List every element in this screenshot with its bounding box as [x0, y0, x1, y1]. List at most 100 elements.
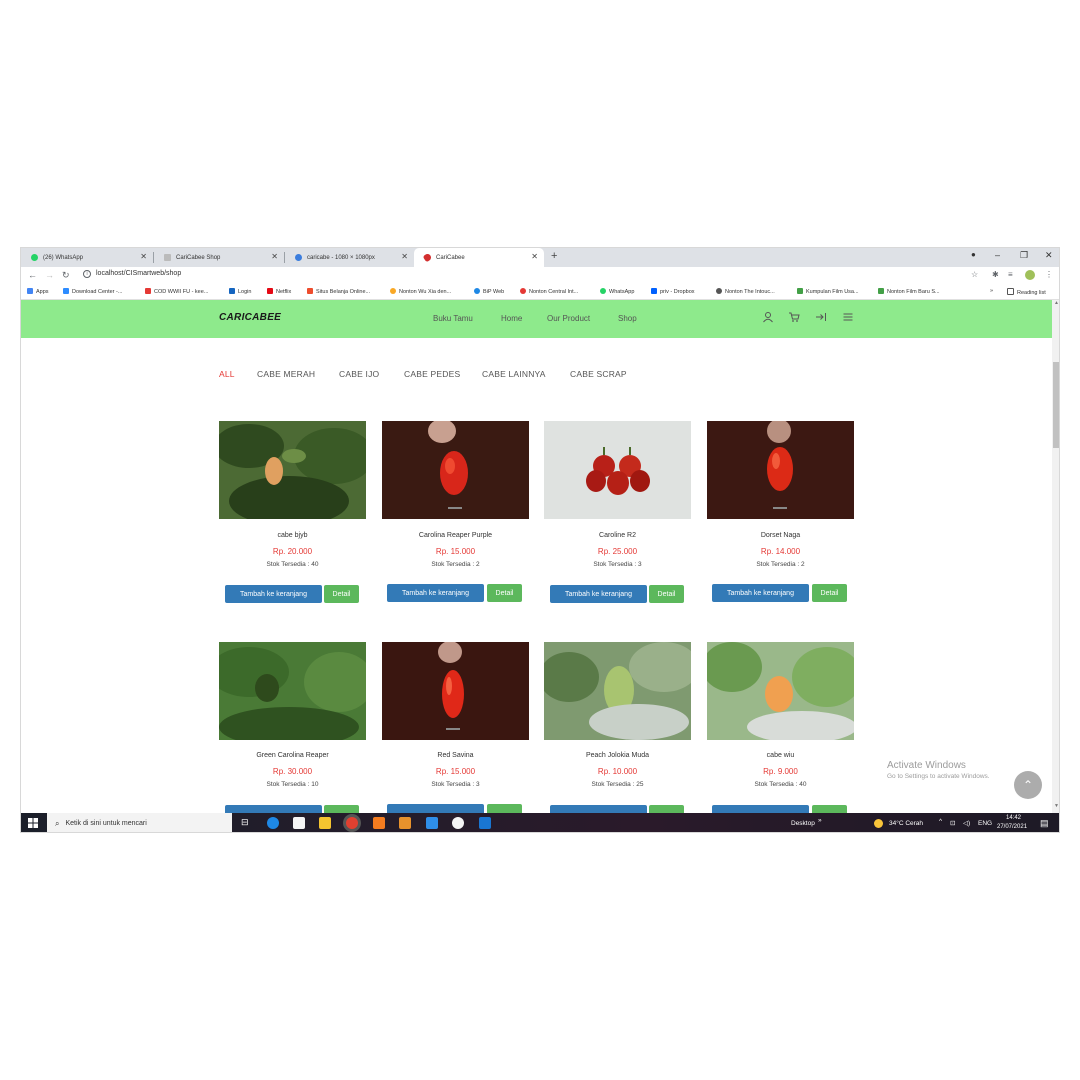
file-explorer-icon[interactable] — [319, 817, 331, 829]
add-to-cart-button[interactable] — [550, 805, 647, 813]
page-scrollbar[interactable]: ▲ ▼ — [1052, 300, 1059, 813]
product-image[interactable] — [707, 642, 854, 740]
taskbar-search-box[interactable]: ⌕ Ketik di sini untuk mencari — [47, 813, 232, 832]
bookmark-apps[interactable]: Apps — [27, 288, 49, 295]
bookmark-item[interactable]: Nonton The Intouc... — [716, 288, 775, 295]
new-tab-button[interactable]: + — [551, 250, 557, 262]
weather-text[interactable]: 34°C Cerah — [889, 820, 923, 827]
nav-shop[interactable]: Shop — [618, 314, 637, 323]
scrollbar-thumb[interactable] — [1053, 362, 1059, 448]
hamburger-menu-icon[interactable] — [842, 311, 854, 323]
filter-cabe-ijo[interactable]: CABE IJO — [339, 369, 379, 379]
task-view-icon[interactable]: ⊟ — [241, 817, 253, 829]
scroll-down-arrow-icon[interactable]: ▼ — [1054, 803, 1059, 809]
more-bookmarks-button[interactable]: » — [990, 288, 993, 294]
bookmark-item[interactable]: BiP Web — [474, 288, 504, 295]
tab-whatsapp[interactable]: (26) WhatsApp ✕ — [21, 248, 153, 267]
windows-start-icon[interactable] — [28, 818, 38, 828]
product-name[interactable]: cabe wiu — [707, 752, 854, 759]
bookmark-item[interactable]: Nonton Central Int... — [520, 288, 578, 295]
bookmark-item[interactable]: COD WWII FU - kee... — [145, 288, 208, 295]
store-icon[interactable] — [293, 817, 305, 829]
filter-cabe-lainnya[interactable]: CABE LAINNYA — [482, 369, 546, 379]
edge-icon[interactable] — [267, 817, 279, 829]
tray-chevron-icon[interactable]: ^ — [939, 818, 942, 825]
close-window-button[interactable]: ✕ — [1045, 250, 1053, 261]
filter-all[interactable]: ALL — [219, 369, 235, 379]
product-image[interactable] — [544, 642, 691, 740]
media-queue-icon[interactable]: ≡ — [1008, 270, 1013, 279]
clock-time[interactable]: 14:42 — [1006, 815, 1021, 821]
product-name[interactable]: Dorset Naga — [707, 532, 854, 539]
filter-cabe-pedes[interactable]: CABE PEDES — [404, 369, 460, 379]
scroll-to-top-button[interactable]: ⌃ — [1014, 771, 1042, 799]
xampp-icon[interactable] — [373, 817, 385, 829]
close-tab-icon[interactable]: ✕ — [271, 252, 278, 261]
detail-button[interactable] — [649, 805, 684, 813]
bookmark-item[interactable]: Situs Belanja Online... — [307, 288, 370, 295]
user-icon[interactable] — [762, 311, 774, 323]
bookmark-item[interactable]: Download Center -... — [63, 288, 122, 295]
detail-button[interactable] — [324, 805, 359, 813]
bookmark-item[interactable]: Kumpulan Film Usa... — [797, 288, 859, 295]
tab-caricabee-shop[interactable]: CariCabee Shop ✕ — [154, 248, 284, 267]
bookmark-item[interactable]: Nonton Wu Xia den... — [390, 288, 451, 295]
product-image[interactable] — [219, 421, 366, 519]
reading-list[interactable]: Reading list — [1007, 288, 1046, 296]
kebab-menu-icon[interactable]: ⋮ — [1045, 270, 1053, 279]
url-field[interactable]: i localhost/CISmartweb/shop — [83, 270, 181, 278]
forward-arrow-icon[interactable]: → — [45, 270, 54, 280]
product-image[interactable] — [707, 421, 854, 519]
login-icon[interactable] — [815, 311, 827, 323]
clock-date[interactable]: 27/07/2021 — [997, 824, 1027, 830]
product-image[interactable] — [219, 642, 366, 740]
avatar[interactable] — [1025, 270, 1035, 280]
chrome-icon[interactable] — [346, 817, 358, 829]
back-arrow-icon[interactable]: ← — [28, 270, 37, 280]
bookmark-item[interactable]: WhatsApp — [600, 288, 634, 295]
close-tab-icon[interactable]: ✕ — [531, 252, 538, 261]
sublime-text-icon[interactable] — [399, 817, 411, 829]
minimize-button[interactable]: – — [995, 250, 1000, 260]
detail-button[interactable]: Detail — [649, 585, 684, 603]
tab-caricabee-active[interactable]: CariCabee ✕ — [414, 248, 544, 267]
language-indicator[interactable]: ENG — [978, 820, 992, 827]
bookmark-item[interactable]: Netflix — [267, 288, 291, 295]
mail-icon[interactable] — [479, 817, 491, 829]
desktop-toolbar-label[interactable]: Desktop — [791, 820, 815, 827]
detail-button[interactable] — [812, 805, 847, 813]
toolbar-expand-icon[interactable]: » — [818, 817, 822, 824]
notification-icon[interactable]: ▤ — [1040, 818, 1049, 829]
reload-icon[interactable]: ↻ — [62, 270, 70, 281]
filter-cabe-merah[interactable]: CABE MERAH — [257, 369, 315, 379]
product-name[interactable]: Green Carolina Reaper — [219, 752, 366, 759]
info-icon[interactable]: i — [83, 270, 91, 278]
product-name[interactable]: Carolina Reaper Purple — [382, 532, 529, 539]
add-to-cart-button[interactable]: Tambah ke keranjang — [712, 584, 809, 602]
product-image[interactable] — [544, 421, 691, 519]
add-to-cart-button[interactable]: Tambah ke keranjang — [225, 585, 322, 603]
add-to-cart-button[interactable] — [387, 804, 484, 813]
maximize-button[interactable]: ❐ — [1020, 250, 1028, 261]
vscode-icon[interactable] — [426, 817, 438, 829]
nav-home[interactable]: Home — [501, 314, 522, 323]
bookmark-item[interactable]: Nonton Film Baru S... — [878, 288, 940, 295]
filter-cabe-scrap[interactable]: CABE SCRAP — [570, 369, 627, 379]
whatsapp-desktop-icon[interactable] — [452, 817, 464, 829]
close-tab-icon[interactable]: ✕ — [401, 252, 408, 261]
product-name[interactable]: cabe bjyb — [219, 532, 366, 539]
nav-our-product[interactable]: Our Product — [547, 314, 590, 323]
close-tab-icon[interactable]: ✕ — [140, 252, 147, 261]
add-to-cart-button[interactable] — [712, 805, 809, 813]
detail-button[interactable]: Detail — [487, 584, 522, 602]
product-name[interactable]: Red Savina — [382, 752, 529, 759]
add-to-cart-button[interactable]: Tambah ke keranjang — [550, 585, 647, 603]
extensions-icon[interactable]: ✱ — [992, 270, 999, 279]
add-to-cart-button[interactable]: Tambah ke keranjang — [387, 584, 484, 602]
product-name[interactable]: Peach Jolokia Muda — [544, 752, 691, 759]
star-icon[interactable]: ☆ — [971, 270, 978, 279]
product-name[interactable]: Caroline R2 — [544, 532, 691, 539]
bookmark-item[interactable]: Login — [229, 288, 251, 295]
add-to-cart-button[interactable] — [225, 805, 322, 813]
profile-menu-icon[interactable]: ● — [971, 250, 976, 259]
